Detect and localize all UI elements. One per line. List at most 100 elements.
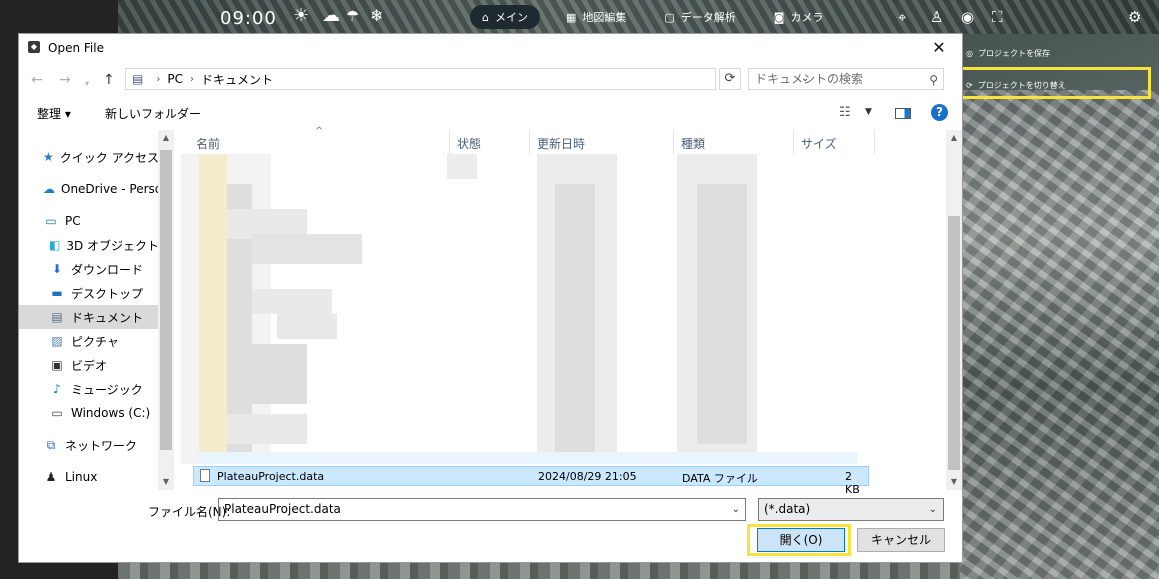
column-divider[interactable] [449, 130, 450, 154]
scrollbar-thumb[interactable] [160, 150, 172, 450]
blurred-file-rows [177, 154, 877, 464]
nav-downloads[interactable]: ⬇ ダウンロード [19, 257, 158, 281]
chevron-right-icon: › [156, 73, 161, 85]
fullscreen-icon[interactable]: ⛶ [992, 8, 1003, 26]
nav-music[interactable]: ♪ ミュージック [19, 377, 158, 401]
star-icon: ★ [43, 150, 54, 164]
breadcrumb-documents[interactable]: ドキュメント [201, 71, 273, 88]
nav-onedrive[interactable]: ☁ OneDrive - Personal [19, 177, 158, 201]
column-divider[interactable] [673, 130, 674, 154]
save-project-label: プロジェクトを保存 [977, 48, 1050, 58]
scroll-down-icon[interactable]: ▼ [946, 474, 962, 490]
file-type-select[interactable]: (*.data) ⌄ [758, 498, 944, 521]
save-project-item[interactable]: ◎ プロジェクトを保存 [958, 40, 1159, 66]
forward-button[interactable]: → [59, 71, 71, 89]
nav-windows-drive[interactable]: ▭ Windows (C:) [19, 401, 158, 425]
nav-quick-access[interactable]: ★ クイック アクセス [19, 145, 158, 169]
column-size[interactable]: サイズ [801, 135, 837, 152]
data-analysis-icon: ▢ [664, 10, 675, 24]
view-options-icon[interactable]: ☷ [839, 105, 851, 120]
home-icon: ⌂ [482, 10, 489, 24]
organize-button[interactable]: 整理 ▾ [37, 105, 71, 122]
breadcrumb-pc[interactable]: PC [167, 72, 183, 86]
nav-documents[interactable]: ▤ ドキュメント [19, 305, 158, 329]
column-name[interactable]: 名前 [196, 135, 220, 152]
column-type[interactable]: 種類 [681, 135, 705, 152]
map-view[interactable] [960, 90, 1159, 579]
tab-data-analysis[interactable]: ▢ データ解析 [652, 5, 747, 29]
gear-icon[interactable]: ⚙ [1128, 8, 1141, 26]
path-box[interactable]: ▤ › PC › ドキュメント ⌄ [125, 68, 809, 90]
recent-locations-button[interactable]: ▾ [85, 75, 89, 93]
search-input[interactable]: ドキュメントの検索 ⚲ [748, 68, 944, 90]
back-button[interactable]: ← [31, 71, 43, 89]
column-status[interactable]: 状態 [457, 135, 481, 152]
linux-icon: ♟ [45, 470, 57, 484]
cloud-icon: ☁ [43, 182, 55, 196]
nav-videos[interactable]: ▣ ビデオ [19, 353, 158, 377]
list-scrollbar[interactable]: ▲ ▼ [946, 130, 962, 490]
filename-input[interactable]: PlateauProject.data ⌄ [218, 498, 746, 521]
chevron-down-icon: ⌄ [928, 504, 937, 515]
camera-icon: ◙ [773, 10, 785, 24]
tab-camera[interactable]: ◙ カメラ [762, 5, 836, 29]
network-icon: ⧉ [46, 437, 56, 452]
nav-label: OneDrive - Personal [61, 182, 158, 196]
chevron-down-icon[interactable]: ⌄ [732, 499, 740, 520]
clock: 09:00 [220, 8, 277, 29]
row-file-name: PlateauProject.data [217, 470, 325, 483]
scroll-down-icon[interactable]: ▼ [158, 474, 174, 490]
title-bar: ◆ Open File ✕ [19, 34, 962, 62]
preview-pane-icon[interactable] [895, 108, 911, 119]
walk-icon[interactable]: ♙ [930, 8, 943, 26]
map-edit-icon: ▦ [565, 10, 577, 24]
table-row-selected[interactable]: PlateauProject.data 2024/08/29 21:05 DAT… [193, 466, 869, 496]
drive-icon: ▭ [51, 406, 63, 420]
umbrella-icon[interactable]: ☂ [346, 5, 359, 27]
cloud-icon[interactable]: ☁ [322, 5, 340, 27]
nav-network[interactable]: ⧉ ネットワーク [19, 433, 158, 457]
tab-label: カメラ [790, 11, 824, 24]
snowflake-icon[interactable]: ❄ [370, 5, 383, 27]
tab-main[interactable]: ⌂ メイン [470, 5, 540, 29]
eye-icon[interactable]: ◉ [961, 8, 974, 26]
column-divider[interactable] [529, 130, 530, 154]
tab-label: データ解析 [680, 11, 736, 24]
row-modified: 2024/08/29 21:05 [538, 470, 637, 483]
chevron-down-icon[interactable]: ▼ [865, 107, 872, 117]
open-button[interactable]: 開く(O) [757, 528, 845, 552]
document-icon: ▤ [132, 72, 144, 86]
row-type: DATA ファイル [682, 472, 758, 485]
up-button[interactable]: ↑ [103, 71, 115, 89]
location-icon[interactable]: ⌖ [898, 8, 906, 26]
nav-3d-objects[interactable]: ◧ 3D オブジェクト [19, 233, 158, 257]
scrollbar-thumb[interactable] [948, 216, 960, 470]
column-divider[interactable] [874, 130, 875, 154]
address-bar: ← → ▾ ↑ ▤ › PC › ドキュメント ⌄ ⟳ ドキュメントの検索 ⚲ [19, 67, 962, 93]
document-icon: ▤ [51, 310, 63, 324]
nav-linux[interactable]: ♟ Linux [19, 465, 158, 489]
scroll-up-icon[interactable]: ▲ [158, 130, 174, 146]
refresh-button[interactable]: ⟳ [719, 68, 741, 90]
column-modified[interactable]: 更新日時 [537, 135, 585, 152]
picture-icon: ▨ [51, 334, 63, 348]
nav-pictures[interactable]: ▨ ピクチャ [19, 329, 158, 353]
filter-value: (*.data) [764, 502, 811, 516]
nav-label: ミュージック [71, 382, 143, 397]
tab-map-edit[interactable]: ▦ 地図編集 [554, 5, 638, 29]
filename-value: PlateauProject.data [224, 502, 341, 516]
download-icon: ⬇ [51, 262, 63, 276]
sun-icon[interactable]: ☀ [293, 5, 309, 27]
video-icon: ▣ [51, 358, 63, 372]
scroll-up-icon[interactable]: ▲ [946, 130, 962, 146]
nav-pc[interactable]: ▭ PC [19, 209, 158, 233]
nav-label: ネットワーク [65, 438, 138, 453]
cancel-button[interactable]: キャンセル [857, 528, 945, 552]
nav-scrollbar[interactable]: ▲ ▼ [158, 130, 174, 490]
nav-desktop[interactable]: ▬ デスクトップ [19, 281, 158, 305]
help-icon[interactable]: ? [931, 104, 948, 121]
close-button[interactable]: ✕ [916, 34, 962, 62]
music-icon: ♪ [53, 382, 61, 396]
new-folder-button[interactable]: 新しいフォルダー [105, 105, 201, 122]
column-divider[interactable] [793, 130, 794, 154]
